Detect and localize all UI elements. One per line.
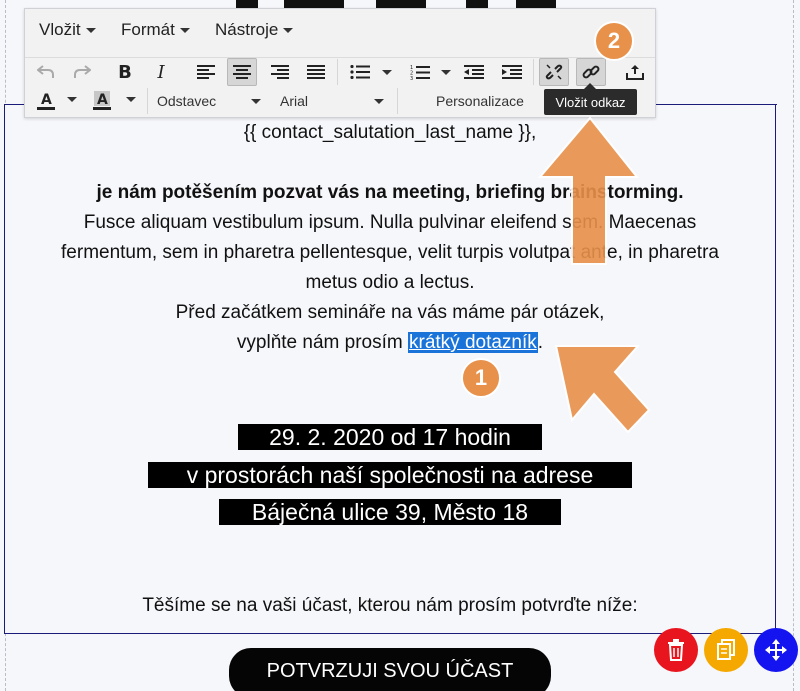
- upload-button[interactable]: [620, 58, 650, 86]
- menu-insert[interactable]: Vložit: [39, 19, 96, 41]
- annotation-badge-2-number: 2: [607, 28, 621, 53]
- annotation-badge-2: 2: [594, 21, 634, 61]
- body-text-line-1: Fusce aliquam vestibulum ipsum. Nulla pu…: [83, 212, 697, 233]
- align-right-button[interactable]: [265, 58, 295, 86]
- logo-fragment: [236, 0, 556, 8]
- insert-link-tooltip: Vložit odkaz: [544, 83, 637, 115]
- annotation-badge-1: 1: [461, 358, 501, 398]
- text-color-caret[interactable]: [67, 97, 77, 102]
- align-justify-button[interactable]: [301, 58, 331, 86]
- confirm-attendance-label: POTVRZUJI SVOU ÚČAST: [266, 660, 514, 682]
- body-text-line-3: metus odio a lectus.: [305, 272, 475, 293]
- svg-text:A: A: [97, 92, 108, 108]
- questionnaire-line: vyplňte nám prosím krátký dotazník.: [4, 331, 776, 355]
- insert-link-button[interactable]: [576, 58, 606, 86]
- event-address-band: Báječná ulice 39, Město 18: [219, 499, 561, 525]
- editor-menubar: Vložit Formát Nástroje: [25, 9, 655, 53]
- event-date-band: 29. 2. 2020 od 17 hodin: [238, 424, 542, 450]
- duplicate-block-button[interactable]: [704, 628, 748, 672]
- personalization-value: Personalizace: [436, 93, 524, 109]
- text-color-button[interactable]: A: [31, 87, 61, 115]
- align-left-button[interactable]: [191, 58, 221, 86]
- closing-text: Těšíme se na vaši účast, kterou nám pros…: [142, 595, 638, 616]
- indent-button[interactable]: [497, 58, 527, 86]
- paragraph-style-select[interactable]: Odstavec: [157, 89, 261, 113]
- redo-icon: [74, 65, 91, 78]
- numbered-list-caret[interactable]: [441, 70, 451, 75]
- undo-button[interactable]: [31, 58, 61, 86]
- questionnaire-prefix: vyplňte nám prosím: [236, 332, 408, 353]
- align-left-icon: [197, 65, 215, 79]
- delete-block-button[interactable]: [654, 628, 698, 672]
- outdent-icon: [464, 65, 484, 79]
- svg-text:3: 3: [410, 76, 413, 80]
- event-date-text: 29. 2. 2020 od 17 hodin: [269, 423, 511, 450]
- link-icon: [582, 65, 600, 79]
- unlink-button[interactable]: [539, 58, 569, 86]
- text-color-icon: A: [37, 92, 55, 110]
- align-center-icon: [233, 65, 251, 79]
- bold-icon: B: [118, 61, 132, 83]
- salutation-text: {{ contact_salutation_last_name }},: [243, 122, 537, 143]
- bullet-list-caret[interactable]: [382, 70, 392, 75]
- bullet-list-button[interactable]: [345, 58, 375, 86]
- menu-format[interactable]: Formát: [121, 19, 190, 41]
- copy-icon: [717, 639, 735, 660]
- confirm-attendance-button[interactable]: POTVRZUJI SVOU ÚČAST: [229, 648, 551, 691]
- move-block-button[interactable]: [754, 628, 798, 672]
- upload-icon: [626, 65, 644, 80]
- align-justify-icon: [307, 65, 325, 79]
- numbered-list-button[interactable]: 123: [405, 58, 435, 86]
- paragraph-style-value: Odstavec: [157, 93, 217, 109]
- annotation-badge-1-number: 1: [474, 365, 488, 390]
- font-family-value: Arial: [280, 93, 309, 109]
- svg-text:A: A: [41, 92, 52, 108]
- indent-icon: [502, 65, 522, 79]
- move-icon: [765, 639, 787, 661]
- italic-icon: I: [157, 61, 165, 83]
- background-color-button[interactable]: A: [87, 87, 117, 115]
- trash-icon: [668, 639, 684, 661]
- italic-button[interactable]: I: [146, 58, 176, 86]
- invite-heading: je nám potěšením pozvat vás na meeting, …: [96, 182, 684, 203]
- menu-tools-label: Nástroje: [215, 20, 279, 39]
- selected-link-text[interactable]: krátký dotazník: [408, 332, 538, 353]
- event-address-text: Báječná ulice 39, Město 18: [251, 498, 529, 525]
- align-right-icon: [271, 65, 289, 79]
- bullet-list-icon: [350, 65, 370, 79]
- menu-format-label: Formát: [121, 20, 175, 39]
- questionnaire-suffix: .: [537, 332, 544, 353]
- outdent-button[interactable]: [459, 58, 489, 86]
- menu-insert-label: Vložit: [39, 20, 81, 39]
- personalization-select[interactable]: Personalizace: [436, 89, 544, 113]
- numbered-list-icon: 123: [410, 65, 430, 80]
- insert-link-tooltip-text: Vložit odkaz: [555, 94, 626, 110]
- body-text-line-2: fermentum, sem in pharetra pellentesque,…: [61, 242, 719, 263]
- menu-tools[interactable]: Nástroje: [215, 19, 294, 41]
- column-guide-right: [793, 0, 794, 691]
- event-location-band: v prostorách naší společnosti na adrese: [148, 462, 632, 488]
- align-center-button[interactable]: [227, 58, 257, 86]
- before-seminar-text: Před začátkem semináře na vás máme pár o…: [175, 302, 605, 323]
- bold-button[interactable]: B: [110, 58, 140, 86]
- background-color-icon: A: [93, 91, 111, 110]
- redo-button[interactable]: [67, 58, 97, 86]
- event-location-text: v prostorách naší společnosti na adrese: [186, 461, 594, 488]
- background-color-caret[interactable]: [126, 97, 136, 102]
- undo-icon: [37, 65, 54, 78]
- unlink-icon: [545, 64, 563, 80]
- font-family-select[interactable]: Arial: [280, 89, 384, 113]
